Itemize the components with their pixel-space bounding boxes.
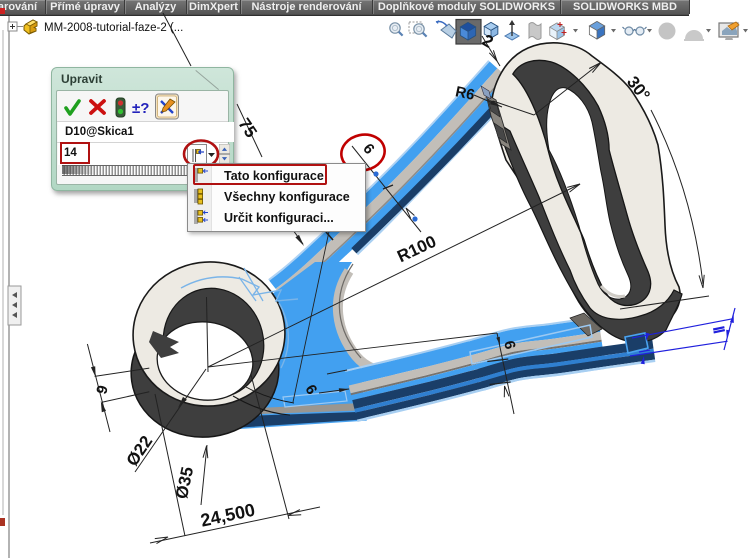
svg-text:9: 9 (93, 384, 112, 396)
svg-text:±?: ±? (132, 100, 149, 117)
svg-text:24,500: 24,500 (199, 500, 257, 531)
svg-text:MM-2008-tutorial-faze-2 (...: MM-2008-tutorial-faze-2 (... (44, 22, 183, 34)
svg-text:Ø22: Ø22 (123, 432, 157, 469)
svg-text:Ø35: Ø35 (172, 465, 197, 500)
svg-text:6: 6 (359, 140, 377, 157)
svg-text:75: 75 (234, 115, 260, 141)
